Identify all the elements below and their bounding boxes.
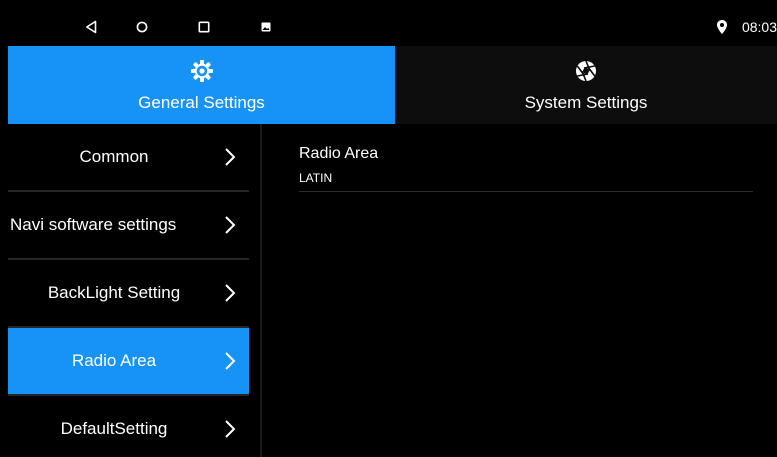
sidebar-item-label: Navi software settings bbox=[10, 215, 177, 234]
home-icon[interactable] bbox=[127, 8, 157, 46]
setting-value: LATIN bbox=[299, 171, 333, 185]
tab-label: General Settings bbox=[138, 93, 265, 112]
sidebar-item-label: BackLight Setting bbox=[47, 283, 181, 302]
tab-system-settings[interactable]: System Settings bbox=[395, 46, 777, 124]
screen: 08:03 General Settings System Settings C… bbox=[8, 8, 777, 457]
status-bar: 08:03 bbox=[8, 8, 777, 46]
location-icon bbox=[715, 19, 729, 35]
chevron-right-icon bbox=[225, 420, 236, 438]
gear-icon bbox=[190, 59, 214, 83]
recents-icon[interactable] bbox=[189, 8, 219, 46]
chevron-right-icon bbox=[225, 216, 236, 234]
tab-label: System Settings bbox=[524, 93, 648, 112]
sidebar-item-label: Common bbox=[79, 147, 149, 166]
chevron-right-icon bbox=[225, 148, 236, 166]
tab-general-settings[interactable]: General Settings bbox=[8, 46, 395, 124]
divider bbox=[299, 191, 753, 192]
settings-tabs: General Settings System Settings bbox=[8, 46, 777, 124]
chevron-right-icon bbox=[225, 352, 236, 370]
sidebar-item-radio-area[interactable]: Radio Area bbox=[8, 328, 249, 394]
back-icon[interactable] bbox=[76, 8, 106, 46]
sidebar-item-default-setting[interactable]: DefaultSetting bbox=[8, 396, 249, 457]
gallery-icon bbox=[251, 8, 281, 46]
settings-content: Radio Area LATIN bbox=[262, 124, 777, 457]
status-time: 08:03 bbox=[741, 19, 777, 35]
sidebar-item-label: DefaultSetting bbox=[60, 419, 168, 438]
sidebar-item-navi-software-settings[interactable]: Navi software settings bbox=[8, 192, 249, 258]
setting-title: Radio Area bbox=[299, 145, 379, 162]
sidebar-item-backlight-setting[interactable]: BackLight Setting bbox=[8, 260, 249, 326]
sidebar: Common Navi software settings BackLight … bbox=[8, 124, 249, 457]
sidebar-item-label: Radio Area bbox=[71, 351, 157, 370]
sidebar-item-common[interactable]: Common bbox=[8, 124, 249, 190]
chevron-right-icon bbox=[225, 284, 236, 302]
shutter-icon bbox=[574, 59, 598, 83]
